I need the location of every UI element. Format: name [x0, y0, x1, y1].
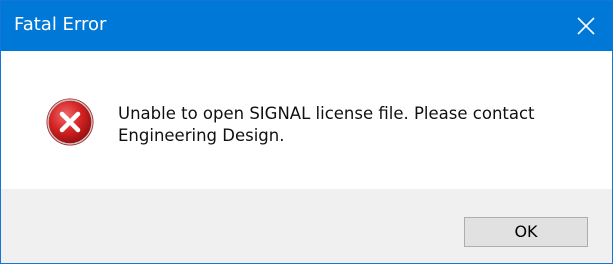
error-icon: [45, 97, 95, 147]
fatal-error-dialog: Fatal Error Unable to open SIGNAL licens…: [0, 0, 613, 264]
dialog-content: Unable to open SIGNAL license file. Plea…: [1, 51, 612, 189]
title-bar[interactable]: Fatal Error: [1, 1, 612, 51]
error-message-line-1: Unable to open SIGNAL license file. Plea…: [118, 104, 535, 123]
error-message-line-2: Engineering Design.: [118, 126, 285, 145]
close-icon: [577, 17, 595, 35]
window-title: Fatal Error: [14, 14, 107, 35]
button-bar: OK: [1, 189, 612, 263]
error-message: Unable to open SIGNAL license file. Plea…: [118, 103, 588, 147]
close-button[interactable]: [560, 1, 612, 51]
ok-button[interactable]: OK: [464, 217, 588, 247]
